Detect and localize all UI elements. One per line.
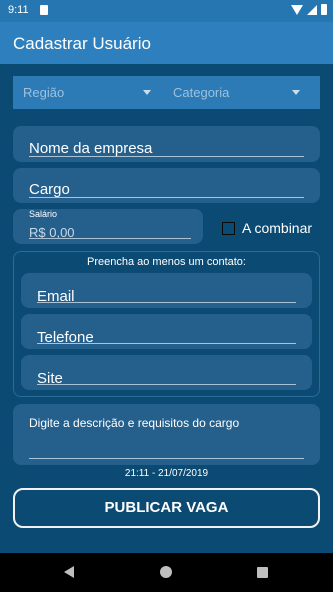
company-name-placeholder: Nome da empresa [29, 140, 153, 157]
app-bar: Cadastrar Usuário [0, 22, 333, 64]
input-underline [37, 384, 296, 385]
position-field[interactable]: Cargo [13, 168, 320, 203]
category-dropdown[interactable]: Categoria [173, 85, 229, 100]
recent-apps-icon[interactable] [257, 567, 268, 578]
chevron-down-icon[interactable] [292, 90, 300, 95]
negotiable-label[interactable]: A combinar [242, 220, 312, 236]
input-underline [37, 343, 296, 344]
company-name-field[interactable]: Nome da empresa [13, 126, 320, 162]
sd-card-icon [40, 5, 48, 15]
salary-field[interactable]: Salário R$ 0,00 [13, 209, 203, 244]
input-underline [29, 458, 304, 459]
chevron-down-icon[interactable] [143, 90, 151, 95]
input-underline [29, 238, 191, 239]
contact-section-title: Preencha ao menos um contato: [87, 256, 246, 268]
back-icon[interactable] [64, 566, 74, 578]
timestamp: 21:11 - 21/07/2019 [124, 468, 209, 479]
input-underline [29, 197, 304, 198]
home-icon[interactable] [160, 566, 172, 578]
status-time: 9:11 [8, 4, 29, 16]
position-placeholder: Cargo [29, 181, 70, 198]
status-icons [291, 4, 327, 15]
region-dropdown[interactable]: Região [23, 85, 64, 100]
site-field[interactable]: Site [21, 355, 312, 390]
navigation-bar [0, 553, 333, 592]
description-placeholder: Digite a descrição e requisitos do cargo [29, 416, 240, 430]
filters-bar: Região Categoria [13, 76, 320, 109]
email-field[interactable]: Email [21, 273, 312, 308]
battery-icon [321, 4, 327, 15]
signal-icon [307, 4, 317, 15]
salary-label: Salário [29, 209, 58, 219]
input-underline [37, 302, 296, 303]
status-bar: 9:11 [0, 0, 333, 22]
negotiable-checkbox[interactable] [222, 222, 235, 235]
phone-field[interactable]: Telefone [21, 314, 312, 349]
wifi-icon [291, 4, 303, 15]
description-field[interactable]: Digite a descrição e requisitos do cargo [13, 404, 320, 465]
input-underline [29, 156, 304, 157]
publish-button[interactable]: PUBLICAR VAGA [13, 488, 320, 528]
page-title: Cadastrar Usuário [13, 34, 151, 53]
